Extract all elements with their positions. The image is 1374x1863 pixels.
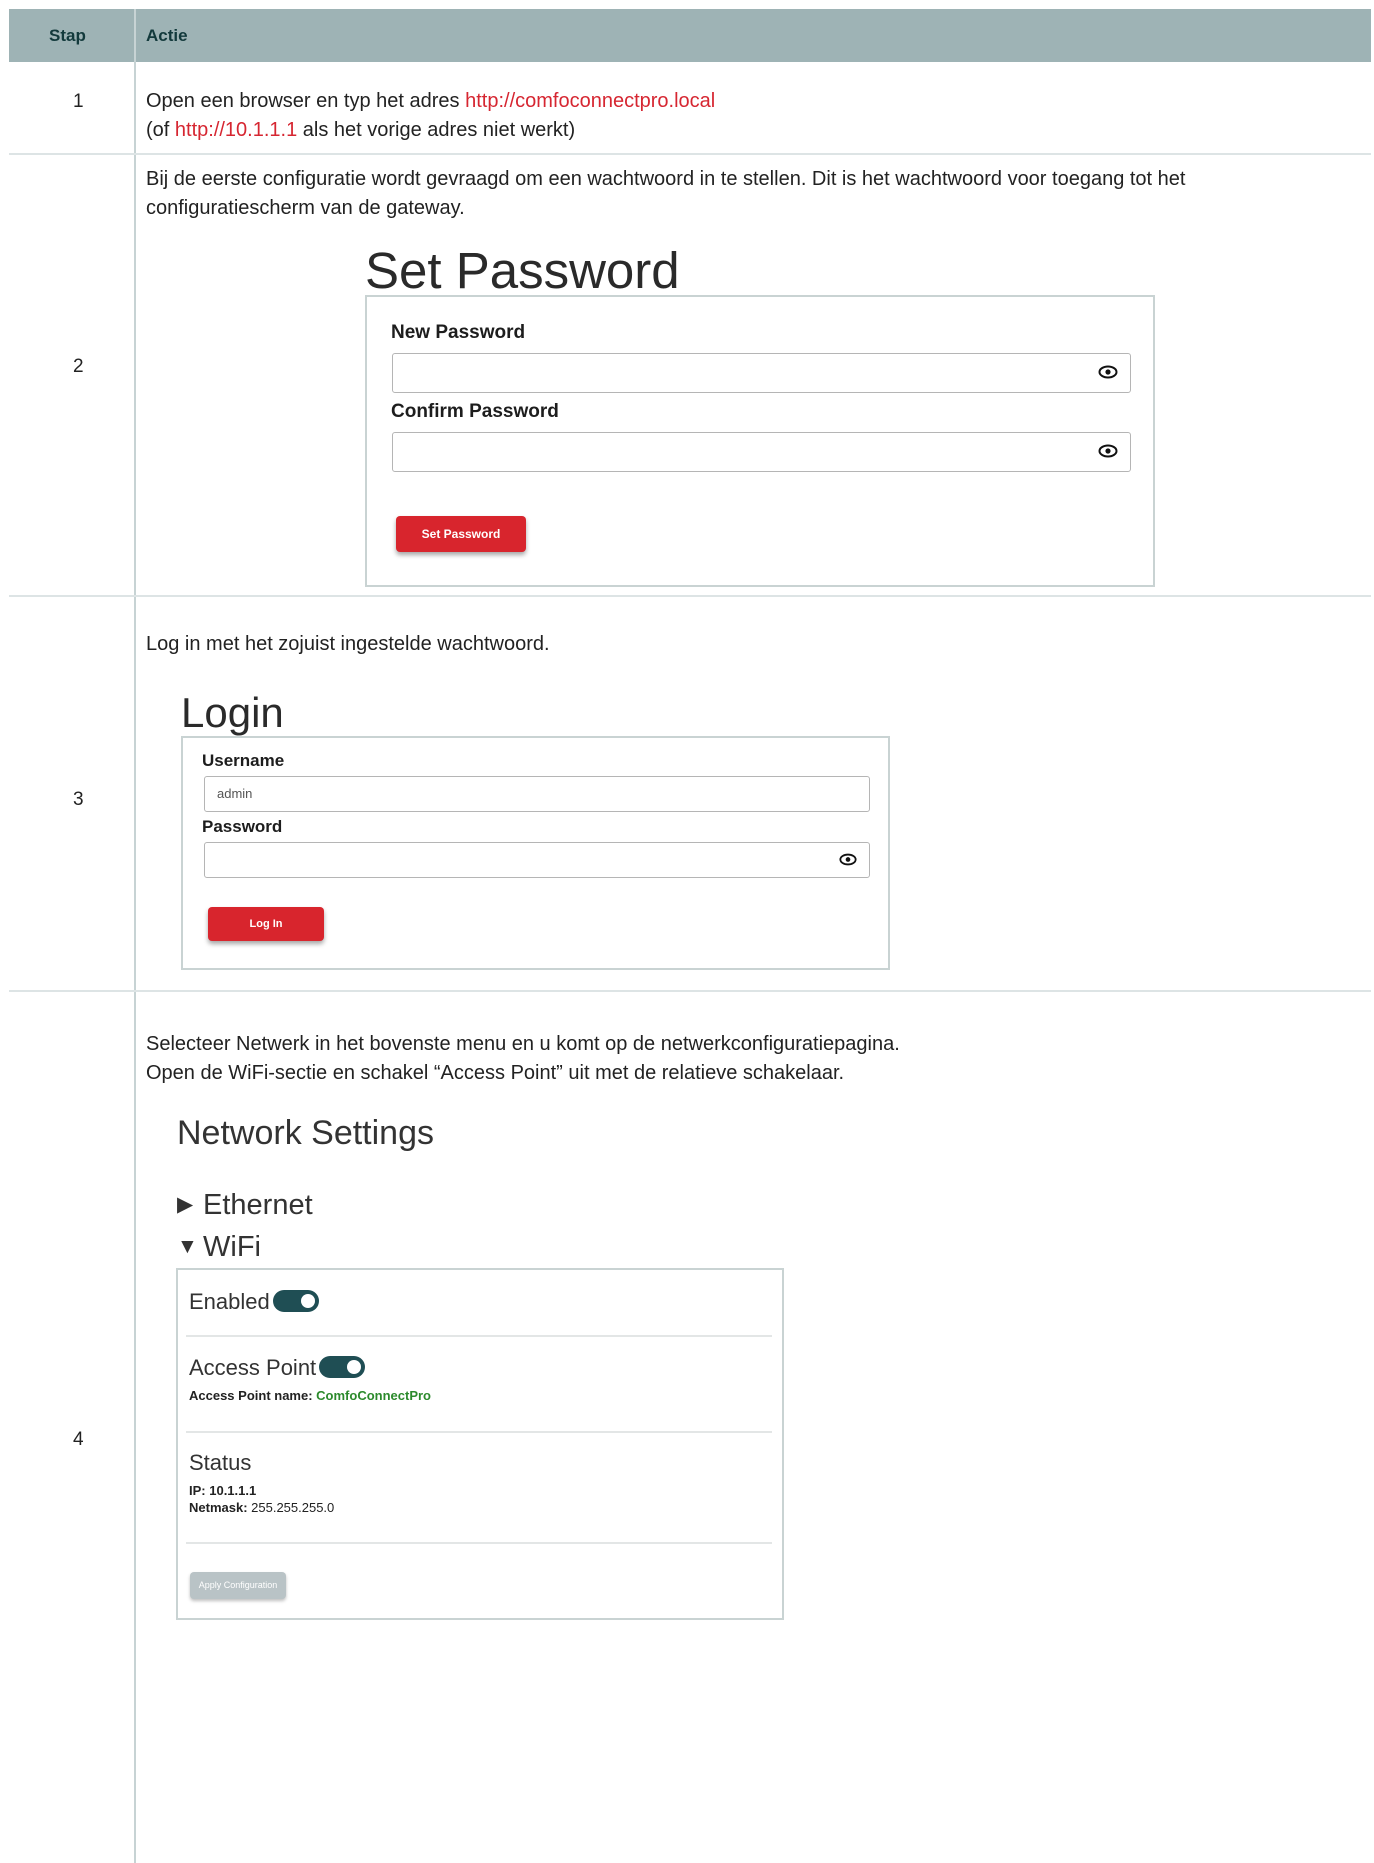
collapsed-triangle-icon: ▶ [177,1193,194,1216]
access-point-toggle[interactable] [319,1356,366,1378]
confirm-password-field[interactable] [392,432,1131,472]
username-field[interactable]: admin [204,776,870,812]
eye-icon[interactable] [839,853,857,866]
login-title: Login [181,689,284,736]
step-3-text: Log in met het zojuist ingestelde wachtw… [146,633,550,655]
login-button[interactable]: Log In [208,907,324,941]
eye-icon[interactable] [1098,365,1118,379]
password-label: Password [202,817,283,836]
confirm-password-label: Confirm Password [391,401,559,422]
enabled-label: Enabled [189,1289,270,1314]
step-1-line-2-prefix: (of [146,119,175,141]
apply-configuration-button[interactable]: Apply Configuration [190,1572,286,1599]
row-divider [9,153,1371,155]
wifi-enabled-row: Enabled [189,1289,319,1315]
new-password-label: New Password [391,322,526,343]
step-1-text: Open een browser en typ het adres http:/… [146,87,1346,145]
login-panel: Username admin Password Log In [181,736,890,970]
wifi-panel: Enabled Access Point Access Point name: … [176,1268,784,1620]
username-label: Username [202,751,285,770]
comfoconnectpro-link[interactable]: http://comfoconnectpro.local [465,90,715,112]
wifi-label: WiFi [203,1231,261,1263]
access-point-label: Access Point [189,1355,317,1380]
set-password-title: Set Password [365,242,680,299]
expanded-triangle-icon: ▼ [177,1235,198,1258]
status-label: Status [189,1450,252,1475]
step-1-line-1: Open een browser en typ het adres [146,90,466,112]
eye-icon[interactable] [1098,444,1118,458]
section-divider [186,1335,772,1337]
step-number: 1 [73,91,84,112]
row-divider [9,595,1371,597]
ethernet-label: Ethernet [203,1189,313,1221]
access-point-name-value: ComfoConnectPro [316,1388,431,1403]
password-field[interactable] [204,842,870,878]
netmask-value: 255.255.255.0 [251,1500,335,1515]
instruction-table: Stap Actie 1 Open een browser en typ het… [9,9,1371,1863]
step-number: 3 [73,789,84,810]
access-point-name-label: Access Point name: [189,1388,317,1403]
step-2-text: Bij de eerste configuratie wordt gevraag… [146,168,1186,219]
column-header-step: Stap [49,26,86,45]
column-divider [134,9,136,1863]
step-4-text: Selecteer Netwerk in het bovenste menu e… [146,1030,1326,1088]
section-divider [186,1542,772,1544]
ip-address-link[interactable]: http://10.1.1.1 [175,119,297,141]
netmask-row: Netmask: 255.255.255.0 [189,1500,334,1515]
set-password-button[interactable]: Set Password [396,516,526,552]
table-header: Stap Actie [9,9,1371,62]
access-point-name: Access Point name: ComfoConnectPro [189,1388,431,1403]
ip-value: 10.1.1.1 [209,1483,257,1498]
wifi-section-toggle[interactable]: ▼ WiFi [177,1231,261,1264]
step-4-line-2: Open de WiFi-sectie en schakel “Access P… [146,1062,845,1084]
row-divider [9,990,1371,992]
step-4-line-1: Selecteer Netwerk in het bovenste menu e… [146,1033,900,1055]
wifi-enabled-toggle[interactable] [272,1290,319,1312]
new-password-field[interactable] [392,353,1131,393]
step-number: 4 [73,1429,84,1450]
ip-label: IP: [189,1483,210,1498]
step-number: 2 [73,356,84,377]
section-divider [186,1431,772,1433]
access-point-row: Access Point [189,1355,366,1381]
step-1-line-2-suffix: als het vorige adres niet werkt) [297,119,576,141]
set-password-panel: New Password Confirm Password Set Passwo… [365,295,1155,587]
ip-row: IP: 10.1.1.1 [189,1483,256,1498]
network-settings-title: Network Settings [177,1114,434,1152]
column-header-action: Actie [146,26,188,45]
ethernet-section-toggle[interactable]: ▶ Ethernet [177,1189,313,1222]
username-value: admin [217,786,253,801]
netmask-label: Netmask: [189,1500,252,1515]
